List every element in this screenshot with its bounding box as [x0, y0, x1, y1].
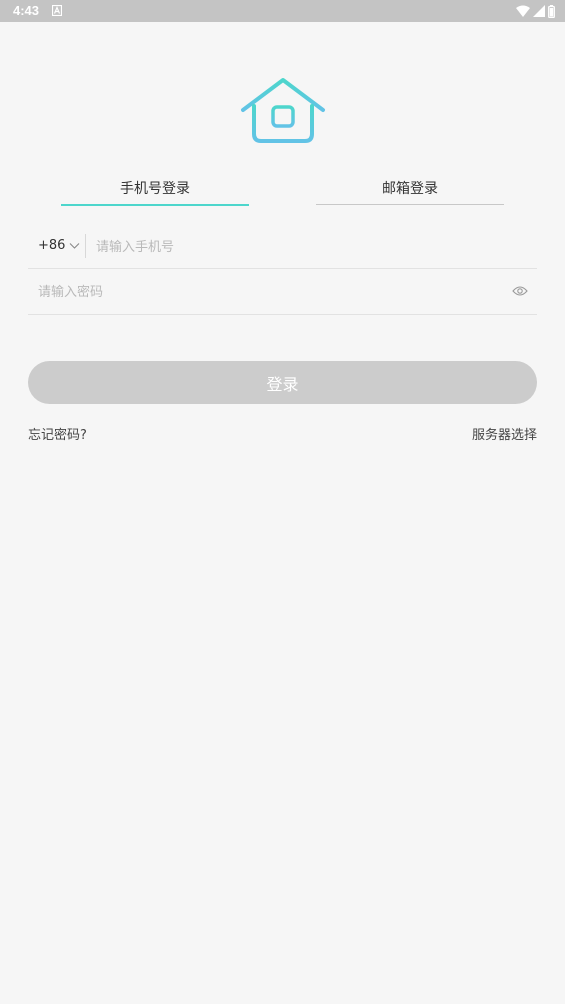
battery-icon [548, 4, 555, 18]
app-logo [240, 76, 326, 146]
status-icons [516, 4, 555, 18]
status-time: 4:43 [13, 3, 40, 18]
a-notification-icon [52, 5, 62, 16]
country-code-label: +86 [38, 238, 66, 253]
login-button[interactable]: 登录 [28, 361, 537, 404]
eye-icon[interactable] [512, 285, 528, 297]
forgot-password-link[interactable]: 忘记密码? [28, 424, 87, 443]
phone-row: +86 [28, 226, 537, 269]
country-code-selector[interactable]: +86 [38, 238, 80, 253]
chevron-down-icon [70, 242, 80, 249]
tab-email-login[interactable]: 邮箱登录 [316, 176, 504, 205]
wifi-icon [516, 5, 530, 17]
status-bar: 4:43 [0, 0, 565, 22]
phone-input[interactable] [96, 234, 516, 260]
password-input[interactable] [38, 279, 478, 305]
signal-icon [533, 5, 545, 17]
divider [85, 234, 86, 258]
password-row [28, 270, 537, 315]
server-select-link[interactable]: 服务器选择 [472, 424, 537, 443]
house-icon [241, 78, 325, 143]
tab-phone-login[interactable]: 手机号登录 [61, 176, 249, 206]
